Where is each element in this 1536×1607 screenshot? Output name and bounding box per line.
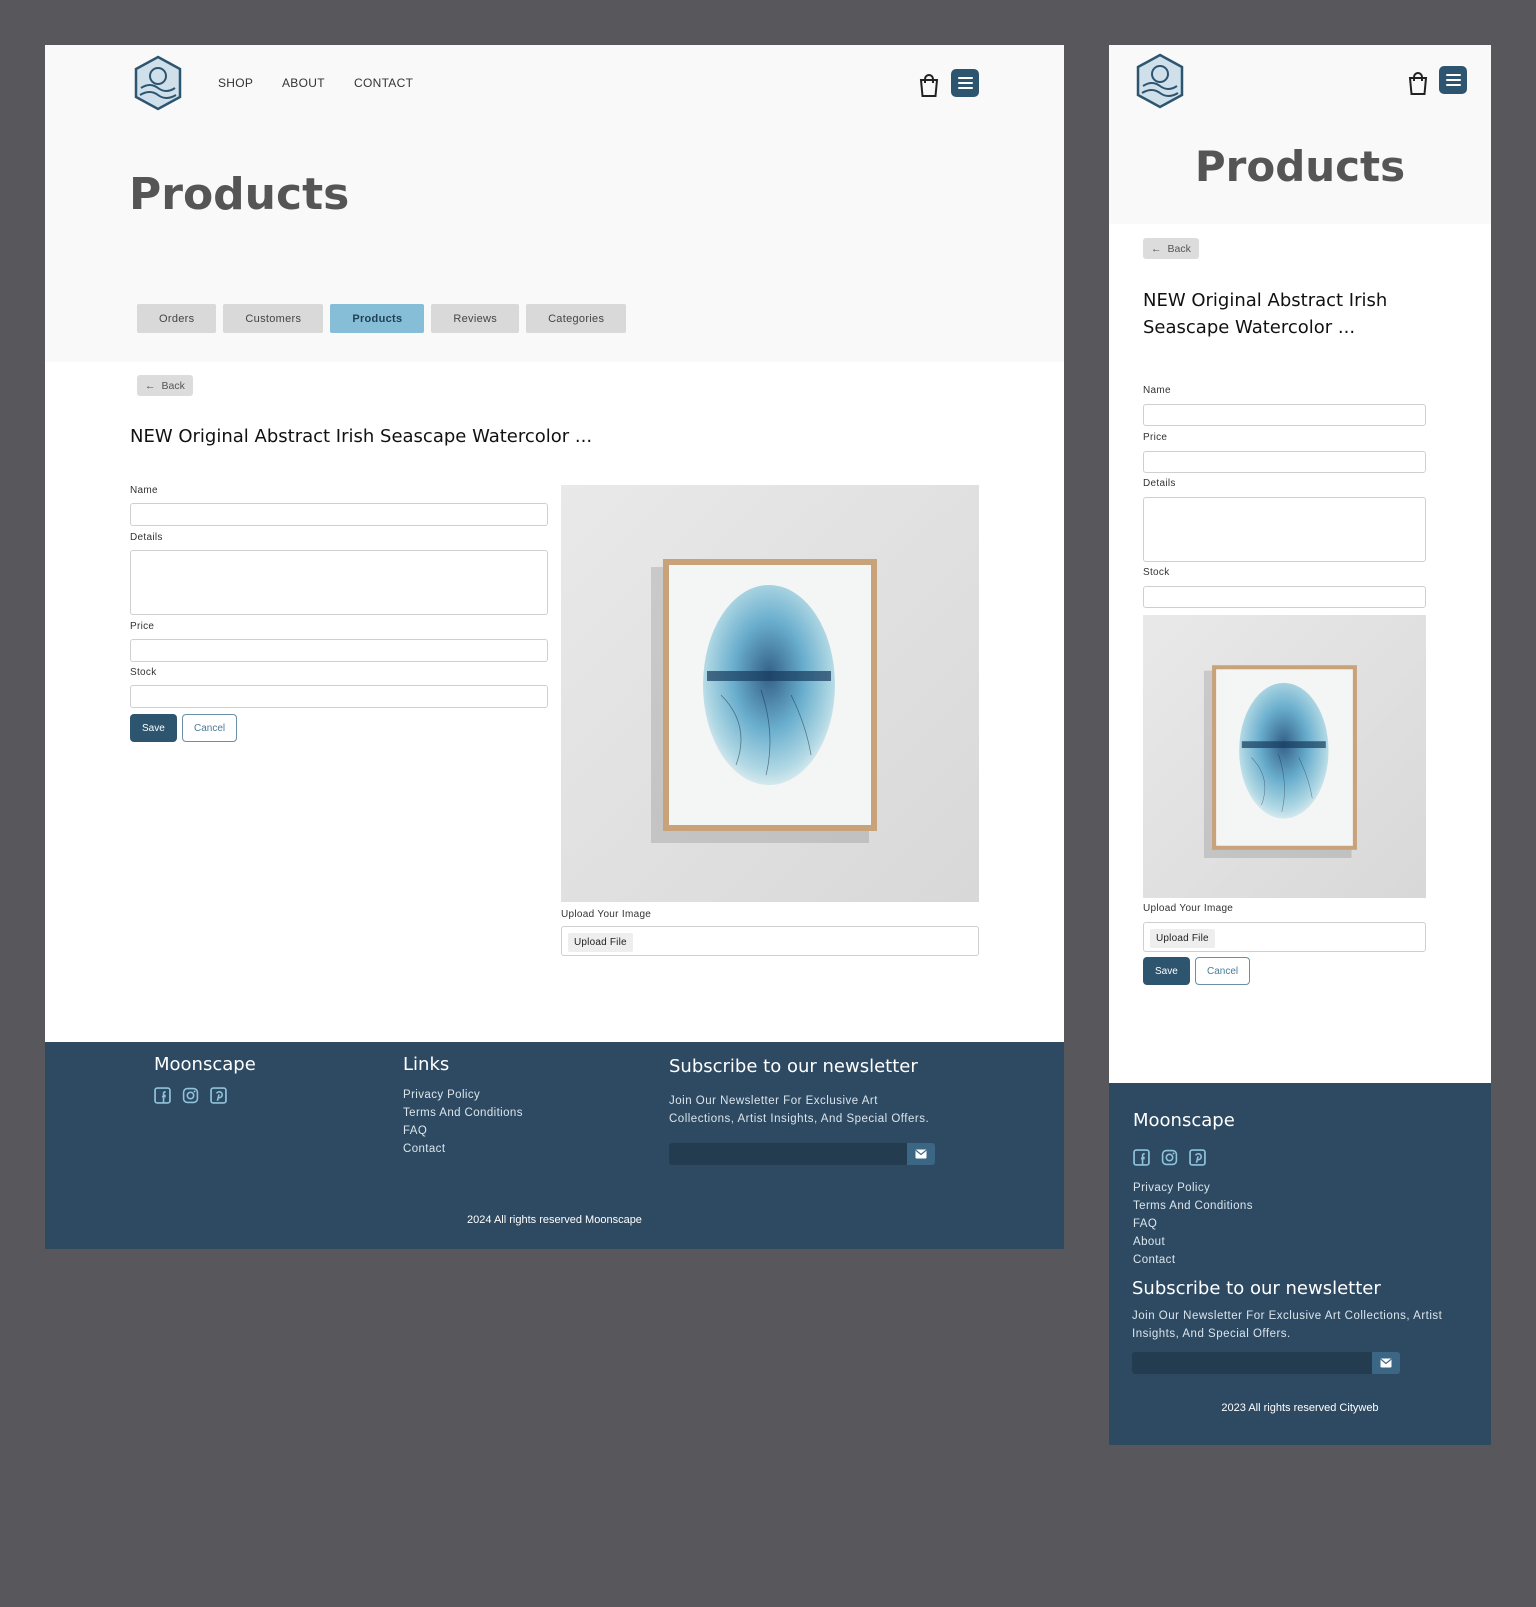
- footer-link-contact[interactable]: Contact: [1133, 1251, 1253, 1269]
- nav-shop[interactable]: SHOP: [218, 76, 253, 90]
- desktop-preview: SHOP ABOUT CONTACT Products Orders Custo…: [45, 45, 1064, 1249]
- tab-products[interactable]: Products: [330, 304, 425, 333]
- footer-link-faq[interactable]: FAQ: [403, 1122, 523, 1140]
- menu-bar: [1445, 84, 1461, 86]
- footer-link-contact[interactable]: Contact: [403, 1140, 523, 1158]
- hero-section-mobile: Products: [1109, 45, 1491, 224]
- footer-link-terms[interactable]: Terms And Conditions: [403, 1104, 523, 1122]
- cancel-button[interactable]: Cancel: [1195, 957, 1251, 985]
- menu-bar: [957, 87, 973, 89]
- menu-bar: [1445, 74, 1461, 76]
- page-title: Products: [1194, 142, 1406, 191]
- moonscape-logo[interactable]: [1135, 53, 1185, 109]
- cart-icon[interactable]: [1406, 70, 1430, 96]
- hero-section: SHOP ABOUT CONTACT Products Orders Custo…: [45, 45, 1064, 362]
- menu-bar: [1445, 79, 1461, 81]
- footer-links: Privacy Policy Terms And Conditions FAQ …: [1133, 1179, 1253, 1269]
- mobile-preview: Products ← Back NEW Original Abstract Ir…: [1109, 45, 1491, 1445]
- newsletter-submit-button[interactable]: [907, 1143, 935, 1165]
- stock-label: Stock: [1143, 567, 1170, 578]
- pinterest-icon[interactable]: [1189, 1149, 1206, 1166]
- cancel-button[interactable]: Cancel: [182, 714, 238, 742]
- save-button[interactable]: Save: [1143, 957, 1190, 985]
- nav-contact[interactable]: CONTACT: [354, 76, 413, 90]
- newsletter-submit-button[interactable]: [1372, 1352, 1400, 1374]
- social-links: [154, 1087, 227, 1104]
- instagram-icon[interactable]: [1161, 1149, 1178, 1166]
- price-input[interactable]: [1143, 451, 1426, 473]
- footer-link-privacy[interactable]: Privacy Policy: [1133, 1179, 1253, 1197]
- upload-label: Upload Your Image: [561, 909, 652, 920]
- tab-reviews[interactable]: Reviews: [431, 304, 520, 333]
- upload-field[interactable]: Upload File: [561, 926, 979, 956]
- menu-button[interactable]: [951, 69, 979, 97]
- nav-about[interactable]: ABOUT: [282, 76, 325, 90]
- details-label: Details: [130, 532, 163, 543]
- tab-customers[interactable]: Customers: [223, 304, 324, 333]
- instagram-icon[interactable]: [182, 1087, 199, 1104]
- back-label: Back: [1167, 242, 1191, 255]
- tab-categories[interactable]: Categories: [526, 304, 627, 333]
- upload-file-button[interactable]: Upload File: [568, 933, 633, 952]
- footer-brand: Moonscape: [1133, 1110, 1235, 1131]
- moonscape-logo[interactable]: [133, 55, 183, 111]
- envelope-icon: [915, 1149, 927, 1159]
- product-title: NEW Original Abstract Irish Seascape Wat…: [130, 426, 593, 447]
- newsletter-heading: Subscribe to our newsletter: [1132, 1278, 1381, 1299]
- arrow-left-icon: ←: [145, 379, 156, 392]
- newsletter-email-input[interactable]: [669, 1143, 907, 1165]
- facebook-icon[interactable]: [1133, 1149, 1150, 1166]
- name-label: Name: [1143, 385, 1171, 396]
- site-footer: Moonscape Links Privacy Policy Terms And…: [45, 1042, 1064, 1249]
- footer-link-about[interactable]: About: [1133, 1233, 1253, 1251]
- facebook-icon[interactable]: [154, 1087, 171, 1104]
- price-input[interactable]: [130, 639, 548, 662]
- upload-file-button[interactable]: Upload File: [1150, 929, 1215, 948]
- site-footer: Moonscape Privacy Policy Terms And Condi…: [1109, 1083, 1491, 1445]
- save-button[interactable]: Save: [130, 714, 177, 742]
- newsletter-email-input[interactable]: [1132, 1352, 1372, 1374]
- product-image: [1143, 615, 1426, 898]
- price-label: Price: [1143, 432, 1168, 443]
- newsletter-text: Join Our Newsletter For Exclusive Art Co…: [669, 1095, 930, 1125]
- admin-tabs: Orders Customers Products Reviews Catego…: [137, 304, 627, 333]
- back-button[interactable]: ← Back: [1143, 238, 1199, 259]
- footer-links-heading: Links: [403, 1054, 450, 1075]
- details-textarea[interactable]: [1143, 497, 1426, 562]
- footer-link-privacy[interactable]: Privacy Policy: [403, 1086, 523, 1104]
- footer-brand: Moonscape: [154, 1054, 256, 1075]
- stock-input[interactable]: [1143, 586, 1426, 608]
- product-image: [561, 485, 979, 902]
- menu-bar: [957, 82, 973, 84]
- copyright: 2024 All rights reserved Moonscape: [467, 1214, 642, 1226]
- pinterest-icon[interactable]: [210, 1087, 227, 1104]
- arrow-left-icon: ←: [1151, 242, 1162, 255]
- cart-icon[interactable]: [917, 72, 941, 98]
- upload-label: Upload Your Image: [1143, 903, 1234, 914]
- page-title: Products: [129, 169, 350, 220]
- name-label: Name: [130, 485, 158, 496]
- product-title: NEW Original Abstract Irish Seascape Wat…: [1143, 290, 1388, 338]
- stock-input[interactable]: [130, 685, 548, 708]
- envelope-icon: [1380, 1358, 1392, 1368]
- newsletter-text: Join Our Newsletter For Exclusive Art Co…: [1132, 1310, 1443, 1340]
- footer-link-faq[interactable]: FAQ: [1133, 1215, 1253, 1233]
- price-label: Price: [130, 621, 155, 632]
- back-button[interactable]: ← Back: [137, 375, 193, 396]
- upload-field[interactable]: Upload File: [1143, 922, 1426, 952]
- name-input[interactable]: [130, 503, 548, 526]
- footer-link-terms[interactable]: Terms And Conditions: [1133, 1197, 1253, 1215]
- name-input[interactable]: [1143, 404, 1426, 426]
- tab-orders[interactable]: Orders: [137, 304, 217, 333]
- details-label: Details: [1143, 478, 1176, 489]
- details-textarea[interactable]: [130, 550, 548, 615]
- menu-bar: [957, 77, 973, 79]
- stock-label: Stock: [130, 667, 157, 678]
- menu-button[interactable]: [1439, 66, 1467, 94]
- footer-links: Privacy Policy Terms And Conditions FAQ …: [403, 1086, 523, 1158]
- social-links: [1133, 1149, 1206, 1166]
- back-label: Back: [161, 379, 185, 392]
- newsletter-heading: Subscribe to our newsletter: [669, 1056, 918, 1077]
- copyright: 2023 All rights reserved Cityweb: [1221, 1402, 1379, 1414]
